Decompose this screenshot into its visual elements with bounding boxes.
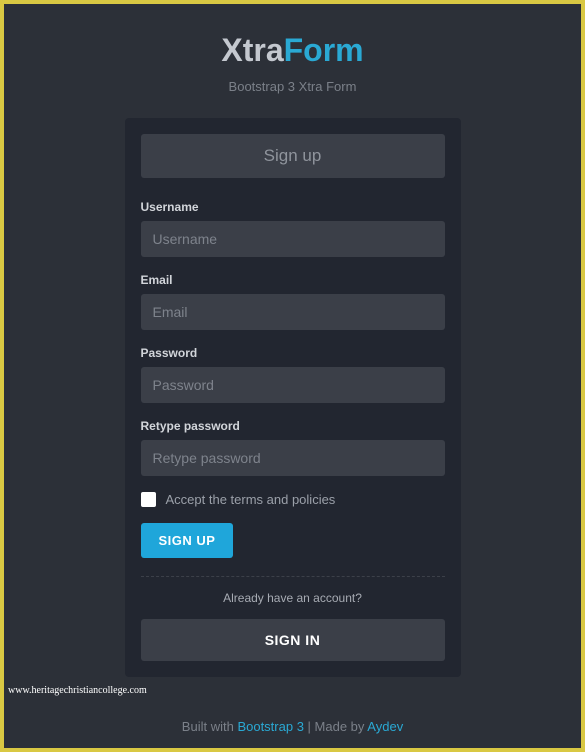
terms-row: Accept the terms and policies (141, 492, 445, 507)
footer-prefix: Built with (182, 719, 238, 734)
watermark: www.heritagechristiancollege.com (8, 685, 147, 696)
footer-link-bootstrap[interactable]: Bootstrap 3 (237, 719, 304, 734)
email-field: Email (141, 273, 445, 330)
password-label: Password (141, 346, 445, 360)
retype-field: Retype password (141, 419, 445, 476)
username-field: Username (141, 200, 445, 257)
retype-label: Retype password (141, 419, 445, 433)
already-have-account: Already have an account? (141, 591, 445, 605)
username-input[interactable] (141, 221, 445, 257)
terms-label: Accept the terms and policies (166, 492, 336, 507)
brand-title: XtraForm (221, 32, 363, 69)
password-field: Password (141, 346, 445, 403)
footer: Built with Bootstrap 3 | Made by Aydev (4, 719, 581, 734)
signin-button[interactable]: SIGN IN (141, 619, 445, 661)
email-label: Email (141, 273, 445, 287)
username-label: Username (141, 200, 445, 214)
divider (141, 576, 445, 577)
footer-link-aydev[interactable]: Aydev (367, 719, 403, 734)
signup-button[interactable]: SIGN UP (141, 523, 234, 558)
terms-checkbox[interactable] (141, 492, 156, 507)
password-input[interactable] (141, 367, 445, 403)
card-header: Sign up (141, 134, 445, 178)
signup-card: Sign up Username Email Password Retype p… (125, 118, 461, 677)
email-input[interactable] (141, 294, 445, 330)
footer-middle: | Made by (304, 719, 367, 734)
retype-input[interactable] (141, 440, 445, 476)
tagline: Bootstrap 3 Xtra Form (229, 79, 357, 94)
brand-part1: Xtra (221, 32, 283, 68)
brand-part2: Form (284, 32, 364, 68)
